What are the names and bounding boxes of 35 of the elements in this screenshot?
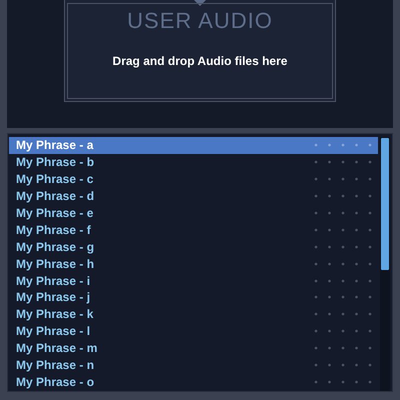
dots-icon: [314, 244, 372, 249]
phrase-item[interactable]: My Phrase - c: [9, 170, 378, 188]
phrase-item[interactable]: My Phrase - j: [9, 289, 378, 306]
drop-zone[interactable]: USER AUDIO Drag and drop Audio files here: [64, 0, 336, 102]
drop-zone-hint: Drag and drop Audio files here: [112, 54, 288, 68]
dots-icon: [314, 143, 372, 148]
phrase-item[interactable]: My Phrase - m: [9, 340, 378, 357]
dots-icon: [314, 160, 372, 164]
phrase-item[interactable]: My Phrase - o: [9, 373, 378, 390]
dots-icon: [314, 329, 372, 334]
scrollbar[interactable]: [380, 137, 390, 391]
phrase-item[interactable]: My Phrase - h: [9, 255, 378, 272]
drop-zone-title: USER AUDIO: [127, 8, 273, 34]
phrase-item[interactable]: My Phrase - f: [9, 221, 378, 238]
scrollbar-thumb[interactable]: [381, 138, 389, 270]
phrase-item[interactable]: My Phrase - l: [9, 322, 378, 340]
phrase-item[interactable]: My Phrase - i: [9, 272, 378, 290]
diamond-icon: [194, 0, 206, 6]
dots-icon: [314, 177, 372, 182]
dots-icon: [314, 295, 372, 300]
dots-icon: [314, 312, 372, 316]
phrase-item[interactable]: My Phrase - e: [9, 204, 378, 222]
phrase-item[interactable]: My Phrase - g: [9, 238, 378, 256]
phrase-item[interactable]: My Phrase - n: [9, 356, 378, 374]
dots-icon: [314, 278, 372, 283]
dots-icon: [314, 380, 372, 384]
phrase-item[interactable]: My Phrase - a: [9, 137, 378, 154]
phrase-item[interactable]: My Phrase - b: [9, 154, 378, 171]
dots-icon: [314, 346, 372, 350]
phrase-item[interactable]: My Phrase - k: [9, 306, 378, 323]
dots-icon: [314, 363, 372, 368]
phrase-item[interactable]: My Phrase - d: [9, 188, 378, 205]
dots-icon: [314, 262, 372, 266]
dots-icon: [314, 194, 372, 198]
dots-icon: [314, 228, 372, 232]
